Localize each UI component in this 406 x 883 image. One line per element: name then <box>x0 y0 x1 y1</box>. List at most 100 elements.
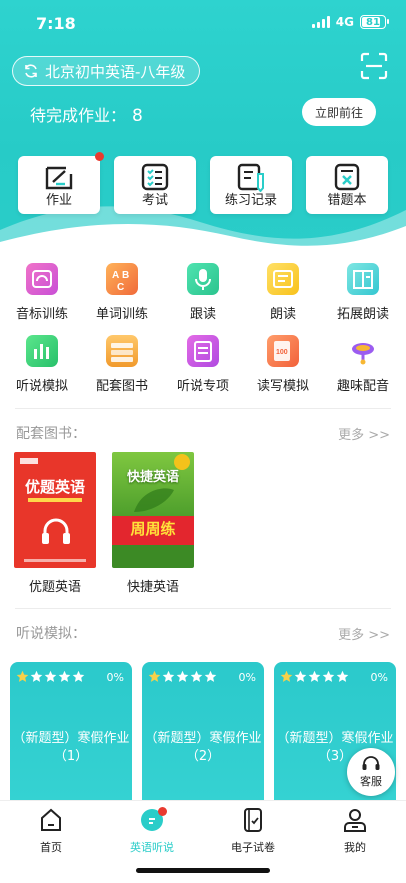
practice-card[interactable]: 0% （新题型）寒假作业（1） <box>10 662 132 802</box>
function-extended-reading[interactable]: 拓展朗读 <box>323 263 403 322</box>
tab-label: 电子试卷 <box>231 841 275 854</box>
function-special-topic[interactable]: 听说专项 <box>163 335 243 394</box>
scan-icon[interactable] <box>360 52 388 80</box>
practice-card-title: （新题型）寒假作业（1） <box>12 731 130 764</box>
svg-text:100: 100 <box>276 349 288 356</box>
function-label: 音标训练 <box>15 307 68 322</box>
practice-more-link[interactable]: 更多 >> <box>338 624 390 643</box>
svg-text:A: A <box>112 270 119 281</box>
function-label: 读写模拟 <box>256 379 309 394</box>
listening-speaking-icon <box>26 335 58 367</box>
star-rating <box>148 670 217 683</box>
function-listening-speaking[interactable]: 听说模拟 <box>2 335 82 394</box>
tab-profile[interactable]: 我的 <box>315 807 395 855</box>
function-read-aloud[interactable]: 朗读 <box>243 263 323 322</box>
star-filled-icon <box>280 670 293 682</box>
tab-label: 首页 <box>40 841 62 854</box>
special-topic-icon <box>187 335 219 367</box>
star-empty-icon <box>294 670 307 682</box>
star-filled-icon <box>16 670 29 682</box>
book-title: 快捷英语 <box>126 580 179 595</box>
refresh-icon <box>25 64 37 78</box>
tab-badge <box>158 807 167 816</box>
svg-text:C: C <box>117 282 124 293</box>
headset-icon <box>362 756 380 770</box>
function-follow-read[interactable]: 跟读 <box>163 263 243 322</box>
read-aloud-icon <box>267 263 299 295</box>
function-books[interactable]: 配套图书 <box>82 335 162 394</box>
quick-action-mistakes[interactable]: 错题本 <box>306 156 388 214</box>
exam-checklist-icon <box>141 163 169 191</box>
profile-icon <box>344 809 366 832</box>
microphone-icon <box>187 263 219 295</box>
star-empty-icon <box>308 670 321 682</box>
section-divider <box>15 608 391 609</box>
books-section-title: 配套图书： <box>16 426 86 442</box>
tab-e-paper[interactable]: 电子试卷 <box>213 807 293 855</box>
function-label: 朗读 <box>269 307 296 322</box>
star-rating <box>16 670 85 683</box>
practice-progress: 0% <box>238 671 256 684</box>
section-divider <box>15 408 391 409</box>
book-cover-title: 优题英语 <box>24 478 85 496</box>
practice-progress: 0% <box>106 671 124 684</box>
dubbing-icon <box>347 335 379 367</box>
star-empty-icon <box>72 670 85 682</box>
battery-level: 81 <box>366 16 380 28</box>
function-label: 配套图书 <box>95 379 148 394</box>
function-read-write[interactable]: 100 读写模拟 <box>243 335 323 394</box>
star-empty-icon <box>176 670 189 682</box>
star-filled-icon <box>148 670 161 682</box>
quick-action-exam[interactable]: 考试 <box>114 156 196 214</box>
leaf-graphic-icon <box>134 488 174 512</box>
goto-button[interactable]: 立即前往 <box>302 98 376 126</box>
books-stack-icon <box>106 335 138 367</box>
star-empty-icon <box>58 670 71 682</box>
function-label: 听说专项 <box>176 379 229 394</box>
svg-text:B: B <box>122 270 129 281</box>
tab-home[interactable]: 首页 <box>11 807 91 855</box>
book-cover-youti[interactable]: 优题英语 <box>14 452 96 568</box>
customer-service-label: 客服 <box>360 775 382 788</box>
star-empty-icon <box>44 670 57 682</box>
function-label: 听说模拟 <box>15 379 68 394</box>
practice-progress: 0% <box>370 671 388 684</box>
headphones-icon <box>42 518 70 544</box>
pending-homework: 待完成作业： 8 <box>30 102 143 126</box>
tab-english-listening[interactable]: 英语听说 <box>112 807 192 855</box>
signal-icon <box>311 16 330 28</box>
customer-service-button[interactable]: 客服 <box>347 748 395 796</box>
star-empty-icon <box>204 670 217 682</box>
homework-badge <box>95 152 104 161</box>
practice-card[interactable]: 0% （新题型）寒假作业（2） <box>142 662 264 802</box>
function-label: 跟读 <box>189 307 216 322</box>
status-bar: 7:18 4G 81 <box>0 0 406 46</box>
function-label: 单词训练 <box>95 307 148 322</box>
star-rating <box>280 670 349 683</box>
tab-label: 我的 <box>344 841 366 854</box>
e-paper-icon <box>244 808 262 832</box>
status-time: 7:18 <box>36 14 76 33</box>
grade-selector[interactable]: 北京初中英语-八年级 <box>12 56 201 86</box>
star-empty-icon <box>336 670 349 682</box>
extended-reading-icon <box>347 263 379 295</box>
function-dubbing[interactable]: 趣味配音 <box>323 335 403 394</box>
quick-action-homework[interactable]: 作业 <box>18 152 104 214</box>
practice-record-icon <box>237 163 264 192</box>
homework-icon <box>45 166 73 190</box>
function-phonetics[interactable]: 音标训练 <box>2 263 82 322</box>
quick-action-practice-record[interactable]: 练习记录 <box>210 156 292 214</box>
function-label: 拓展朗读 <box>336 307 389 322</box>
word-training-icon: ABC <box>106 263 138 295</box>
practice-section-title: 听说模拟： <box>16 626 86 642</box>
home-icon <box>41 808 61 831</box>
read-write-icon: 100 <box>267 335 299 367</box>
book-cover-kuaijie[interactable]: 快捷英语 周周练 <box>112 452 194 568</box>
pending-label: 待完成作业： <box>30 106 127 125</box>
book-cover-subtitle: 周周练 <box>130 520 176 538</box>
star-empty-icon <box>30 670 43 682</box>
pending-count: 8 <box>132 106 143 126</box>
books-more-link[interactable]: 更多 >> <box>338 424 390 443</box>
function-word-training[interactable]: ABC 单词训练 <box>82 263 162 322</box>
function-label: 趣味配音 <box>336 379 389 394</box>
